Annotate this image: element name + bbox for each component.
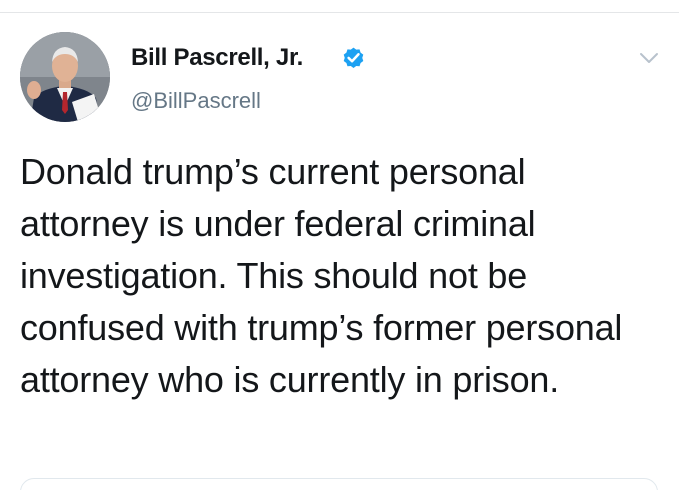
avatar-photo <box>20 32 110 122</box>
top-divider <box>0 12 679 13</box>
tweet-text: Donald trump’s current personal attorney… <box>20 151 623 400</box>
avatar[interactable] <box>20 32 110 122</box>
display-name[interactable]: Bill Pascrell, Jr. <box>131 44 303 72</box>
chevron-down-icon[interactable] <box>638 50 660 66</box>
tweet-screenshot: Bill Pascrell, Jr. @BillPascrell Donald … <box>0 0 679 490</box>
verified-check-icon <box>343 47 364 69</box>
user-handle[interactable]: @BillPascrell <box>131 88 261 114</box>
quoted-card-edge <box>20 478 658 490</box>
